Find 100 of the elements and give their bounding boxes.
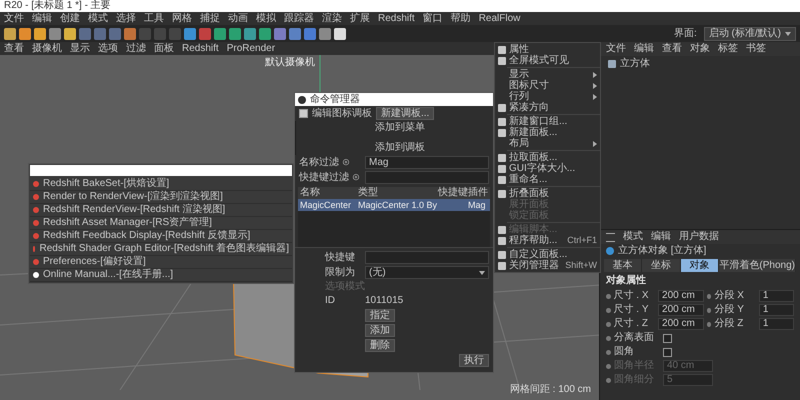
shortcut-filter-field[interactable] <box>365 171 489 184</box>
menu-item[interactable]: 属性 <box>495 44 600 55</box>
menu-item[interactable]: 跟踪器 <box>284 12 314 24</box>
checkbox[interactable] <box>663 334 672 342</box>
menu-item[interactable]: 文件 <box>606 43 626 55</box>
tab[interactable]: 坐标 <box>642 259 681 272</box>
menu-item[interactable]: 帮助 <box>450 12 471 24</box>
menu-item[interactable]: 模式 <box>623 231 643 243</box>
menu-item[interactable]: Redshift BakeSet-[烘焙设置] <box>30 178 292 191</box>
menu-item[interactable]: RealFlow <box>478 12 520 24</box>
menu-item[interactable]: 选择 <box>116 12 136 24</box>
search-field[interactable] <box>30 165 292 176</box>
tab[interactable]: 平滑着色(Phong) <box>719 259 796 272</box>
tab[interactable]: 对象 <box>680 259 720 272</box>
shortcut-field[interactable] <box>365 251 489 264</box>
action-link[interactable]: 添加到菜单 <box>375 122 425 134</box>
menu-item[interactable]: 显示 <box>495 69 600 80</box>
menu-item[interactable]: 程序帮助... Ctrl+F1 <box>495 235 600 246</box>
menu-item[interactable]: 自定义面板... <box>495 249 600 260</box>
menu-item[interactable]: Redshift Feedback Display-[Redshift 反馈显示] <box>30 230 292 243</box>
name-filter-field[interactable]: Mag <box>365 156 489 169</box>
menu-item[interactable]: 行列 <box>495 91 600 102</box>
checkbox[interactable] <box>663 348 672 356</box>
object-name[interactable]: 立方体 <box>620 58 650 70</box>
column-header[interactable]: 名称 <box>298 187 358 199</box>
menu-item[interactable]: 查看 <box>4 42 24 54</box>
menu-item[interactable]: 折叠面板 <box>495 188 600 199</box>
radio-icon[interactable] <box>706 322 712 326</box>
menu-icon[interactable] <box>606 232 615 242</box>
table-row[interactable]: MagicCenter MagicCenter 1.0 By Mag <box>298 199 490 211</box>
menu-item[interactable]: 新建面板... <box>495 127 600 138</box>
menu-item[interactable]: Redshift RenderView-[Redshift 渲染视图] <box>30 204 292 217</box>
input-field[interactable]: 1 <box>758 318 794 330</box>
dialog-button[interactable]: 删除 <box>365 339 395 352</box>
menu-item[interactable]: 工具 <box>144 12 164 24</box>
radio-icon[interactable] <box>606 294 611 298</box>
menu-item[interactable]: GUI字体大小... <box>495 163 600 174</box>
menu-item[interactable]: Redshift <box>182 42 219 54</box>
menu-item[interactable]: 过滤 <box>126 42 146 54</box>
input-field[interactable]: 200 cm <box>658 290 704 302</box>
menu-item[interactable]: Render to RenderView-[渲染到渲染视图] <box>30 191 292 204</box>
menu-item[interactable]: 新建窗口组... <box>495 116 600 127</box>
input-field[interactable]: 200 cm <box>658 304 704 316</box>
menu-item[interactable]: 编辑 <box>32 12 52 24</box>
radio-icon[interactable] <box>606 336 611 340</box>
menu-item[interactable]: Redshift <box>378 12 415 24</box>
radio-icon[interactable] <box>706 308 712 312</box>
menu-item[interactable]: 编辑 <box>634 43 654 55</box>
toolbar-icon[interactable] <box>244 28 256 40</box>
menu-item[interactable]: Preferences-[偏好设置] <box>30 256 292 269</box>
menu-item[interactable]: 全屏模式可见 <box>495 55 600 66</box>
menu-item[interactable]: 文件 <box>4 12 24 24</box>
column-header[interactable]: 类型 <box>358 187 438 199</box>
column-header[interactable]: 快捷键 <box>438 187 468 199</box>
radio-icon[interactable] <box>606 350 611 354</box>
menu-item[interactable]: Online Manual...-[在线手册...] <box>30 269 292 282</box>
new-palette-button[interactable]: 新建调板... <box>376 107 434 120</box>
menu-item[interactable]: 书签 <box>746 43 766 55</box>
menu-item[interactable]: 对象 <box>690 43 710 55</box>
menu-item[interactable]: 窗口 <box>422 12 443 24</box>
menu-item[interactable]: 捕捉 <box>200 12 220 24</box>
menu-item[interactable]: 关闭管理器 Shift+W <box>495 260 600 271</box>
toolbar-icon[interactable] <box>334 28 346 40</box>
menu-item[interactable]: 网格 <box>172 12 192 24</box>
input-field[interactable]: 1 <box>758 304 794 316</box>
radio-icon[interactable] <box>706 294 712 298</box>
menu-item[interactable]: 创建 <box>60 12 80 24</box>
menu-item[interactable]: 紧凑方向 <box>495 102 600 113</box>
menu-item[interactable]: 选项 <box>98 42 118 54</box>
tab[interactable]: 基本 <box>604 259 642 272</box>
menu-item[interactable]: 编辑 <box>651 231 671 243</box>
input-field[interactable]: 1 <box>758 290 794 302</box>
toolbar-icon[interactable] <box>64 28 76 40</box>
menu-item[interactable]: 模拟 <box>256 12 276 24</box>
menu-item[interactable]: 图标尺寸 <box>495 80 600 91</box>
execute-button[interactable]: 执行 <box>459 354 489 367</box>
menu-item[interactable]: 模式 <box>88 12 108 24</box>
toolbar-icon[interactable] <box>229 28 241 40</box>
radio-icon[interactable] <box>606 322 611 326</box>
menu-item[interactable]: 显示 <box>70 42 90 54</box>
checkbox[interactable] <box>299 109 308 118</box>
menu-item[interactable]: 动画 <box>228 12 248 24</box>
restrict-dropdown[interactable]: (无) <box>365 266 489 279</box>
radio-icon[interactable] <box>606 308 611 312</box>
menu-item[interactable]: 渲染 <box>322 12 342 24</box>
layout-dropdown[interactable]: 启动 (标准/默认) <box>704 26 796 40</box>
action-link[interactable]: 添加到调板 <box>375 142 425 154</box>
toolbar-icon[interactable] <box>4 28 16 40</box>
menu-item[interactable]: 拉取面板... <box>495 152 600 163</box>
dialog-button[interactable]: 指定 <box>365 309 395 322</box>
dialog-button[interactable]: 添加 <box>365 324 395 337</box>
menu-item[interactable]: 标签 <box>718 43 738 55</box>
toolbar-icon[interactable] <box>259 28 271 40</box>
menu-item[interactable]: 查看 <box>662 43 682 55</box>
menu-item[interactable]: 摄像机 <box>32 42 62 54</box>
menu-item[interactable]: 重命名... <box>495 174 600 185</box>
menu-item[interactable]: 扩展 <box>350 12 370 24</box>
menu-item[interactable]: ProRender <box>226 42 276 54</box>
toolbar-icon[interactable] <box>214 28 226 40</box>
column-header[interactable]: 插件 <box>468 187 489 199</box>
